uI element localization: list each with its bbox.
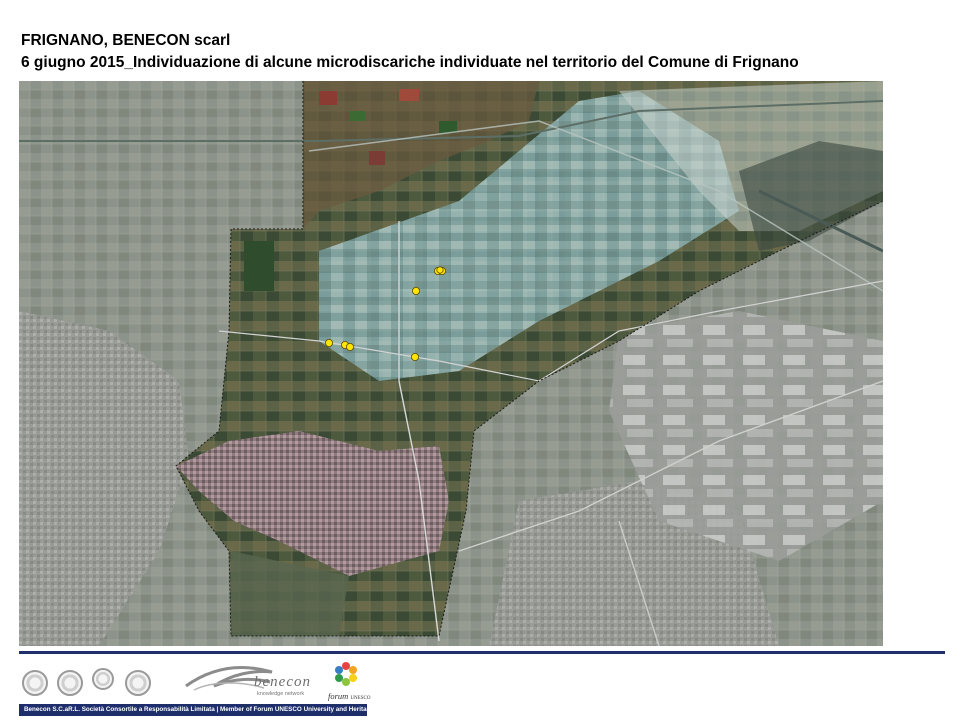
footer-divider (19, 651, 945, 654)
university-seal-icon (22, 670, 48, 696)
institute-seal-icon (92, 668, 114, 690)
title-block: FRIGNANO, BENECON scarl 6 giugno 2015_In… (21, 30, 941, 74)
page-title: FRIGNANO, BENECON scarl (21, 32, 231, 49)
field-red-3 (369, 151, 385, 165)
field-red-1 (319, 91, 337, 105)
college-seal-icon (125, 670, 151, 696)
field-green-1 (349, 111, 365, 121)
forum-word: forum (328, 691, 349, 701)
dump-marker-3[interactable] (411, 286, 420, 295)
dump-marker-7[interactable] (410, 352, 419, 361)
dump-marker-6[interactable] (345, 342, 354, 351)
dump-marker-8[interactable] (436, 266, 444, 274)
footer-bar: Benecon S.C.aR.L. Società Consortile a R… (19, 704, 367, 716)
field-red-2 (399, 89, 419, 101)
map-svg (19, 81, 883, 646)
forum-unesco-logo-text: forum UNESCO (328, 691, 370, 701)
field-dark-west (244, 241, 274, 291)
forum-unesco-word: UNESCO (350, 696, 371, 701)
satellite-map[interactable] (19, 81, 883, 646)
academy-seal-icon (57, 670, 83, 696)
page-subtitle: 6 giugno 2015_Individuazione di alcune m… (21, 54, 799, 71)
benecon-logo-text: benecon (254, 674, 311, 690)
benecon-tagline: knowledge network (257, 691, 305, 697)
dump-marker-4[interactable] (324, 338, 333, 347)
partner-logos: benecon knowledge network forum UNESCO (19, 660, 379, 706)
field-green-2 (439, 121, 457, 133)
